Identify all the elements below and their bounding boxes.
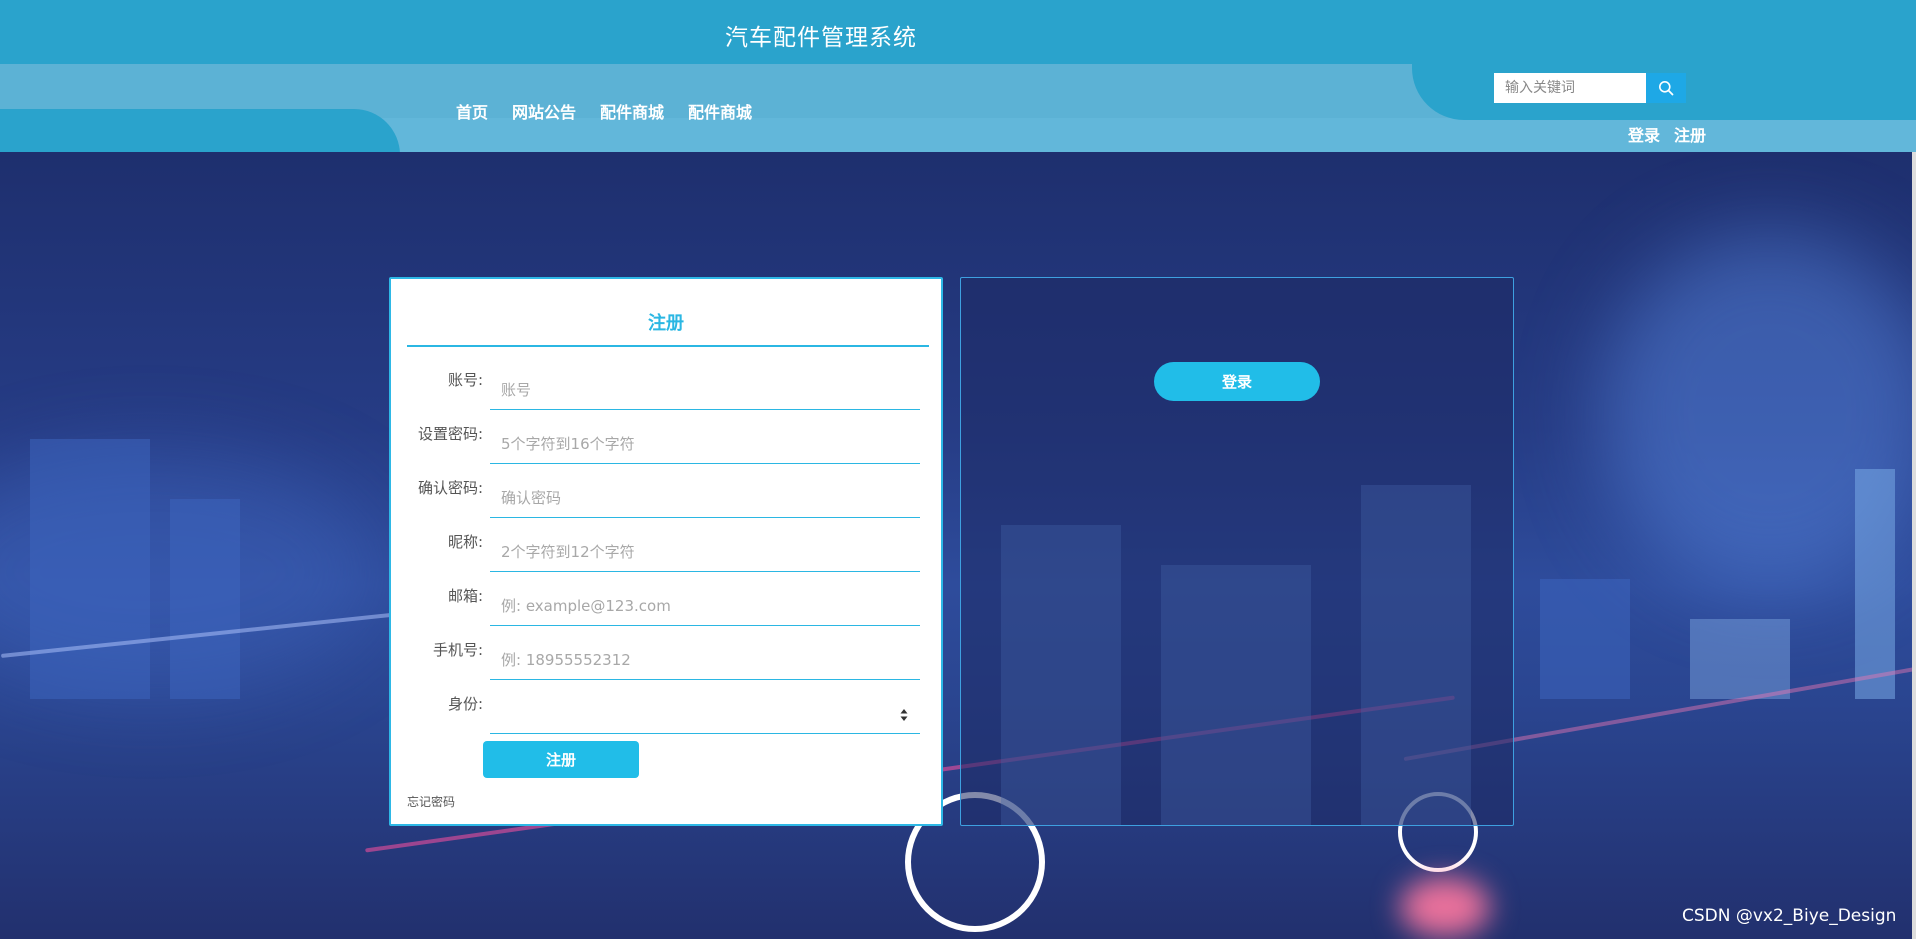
account-input[interactable] bbox=[490, 371, 920, 410]
login-card: 登录 bbox=[960, 277, 1514, 826]
background-city-scene bbox=[0, 152, 1916, 939]
form-row-phone: 手机号: bbox=[391, 637, 941, 687]
form-row-account: 账号: bbox=[391, 367, 941, 417]
confirm-password-label: 确认密码: bbox=[417, 479, 483, 497]
login-button[interactable]: 登录 bbox=[1154, 362, 1320, 401]
nav-bar: 首页 网站公告 配件商城 配件商城 登录 注册 bbox=[0, 64, 1916, 152]
nav-decor-left bbox=[0, 109, 400, 152]
role-label: 身份: bbox=[447, 695, 483, 713]
nav-announcements[interactable]: 网站公告 bbox=[512, 99, 576, 123]
select-arrows-icon bbox=[900, 709, 908, 721]
register-card: 注册 账号: 设置密码: 确认密码: 昵称: 邮箱: 手机号: 身份: 注册 忘… bbox=[389, 277, 943, 826]
nickname-label: 昵称: bbox=[447, 533, 483, 551]
password-label: 设置密码: bbox=[417, 425, 483, 443]
forgot-password-link[interactable]: 忘记密码 bbox=[407, 793, 455, 810]
form-row-role: 身份: bbox=[391, 691, 941, 741]
header-login-link[interactable]: 登录 bbox=[1628, 122, 1660, 146]
account-label: 账号: bbox=[447, 371, 483, 389]
form-row-email: 邮箱: bbox=[391, 583, 941, 633]
email-label: 邮箱: bbox=[447, 587, 483, 605]
scene-building bbox=[1540, 579, 1630, 699]
top-header: 汽车配件管理系统 bbox=[0, 0, 1916, 64]
card-backdrop-building bbox=[1361, 485, 1471, 825]
card-backdrop-building bbox=[1001, 525, 1121, 825]
scene-building bbox=[1690, 619, 1790, 699]
confirm-password-input[interactable] bbox=[490, 479, 920, 518]
phone-label: 手机号: bbox=[432, 641, 483, 659]
role-select[interactable] bbox=[490, 695, 920, 734]
site-title: 汽车配件管理系统 bbox=[725, 25, 917, 51]
phone-input[interactable] bbox=[490, 641, 920, 680]
nav-home[interactable]: 首页 bbox=[456, 99, 488, 123]
password-input[interactable] bbox=[490, 425, 920, 464]
nickname-input[interactable] bbox=[490, 533, 920, 572]
search-input[interactable] bbox=[1494, 73, 1646, 103]
nav-parts-mall-2[interactable]: 配件商城 bbox=[688, 99, 752, 123]
register-title: 注册 bbox=[648, 313, 684, 334]
scene-building bbox=[30, 439, 150, 699]
search-icon bbox=[1659, 81, 1674, 96]
form-row-nickname: 昵称: bbox=[391, 529, 941, 579]
scene-building bbox=[1855, 469, 1895, 699]
form-row-password: 设置密码: bbox=[391, 421, 941, 471]
main-nav: 首页 网站公告 配件商城 配件商城 bbox=[456, 99, 752, 123]
card-backdrop-building bbox=[1161, 565, 1311, 825]
email-input[interactable] bbox=[490, 587, 920, 626]
register-submit-button[interactable]: 注册 bbox=[483, 741, 639, 778]
auth-links: 登录 注册 bbox=[1628, 122, 1706, 146]
scene-building bbox=[170, 499, 240, 699]
header-register-link[interactable]: 注册 bbox=[1674, 122, 1706, 146]
nav-parts-mall[interactable]: 配件商城 bbox=[600, 99, 664, 123]
scene-glow bbox=[1400, 877, 1490, 937]
search-button[interactable] bbox=[1646, 73, 1686, 103]
watermark: CSDN @vx2_Biye_Design bbox=[1682, 906, 1897, 926]
form-row-confirm-password: 确认密码: bbox=[391, 475, 941, 525]
scrollbar-track[interactable] bbox=[1912, 152, 1916, 939]
title-divider bbox=[407, 345, 929, 347]
